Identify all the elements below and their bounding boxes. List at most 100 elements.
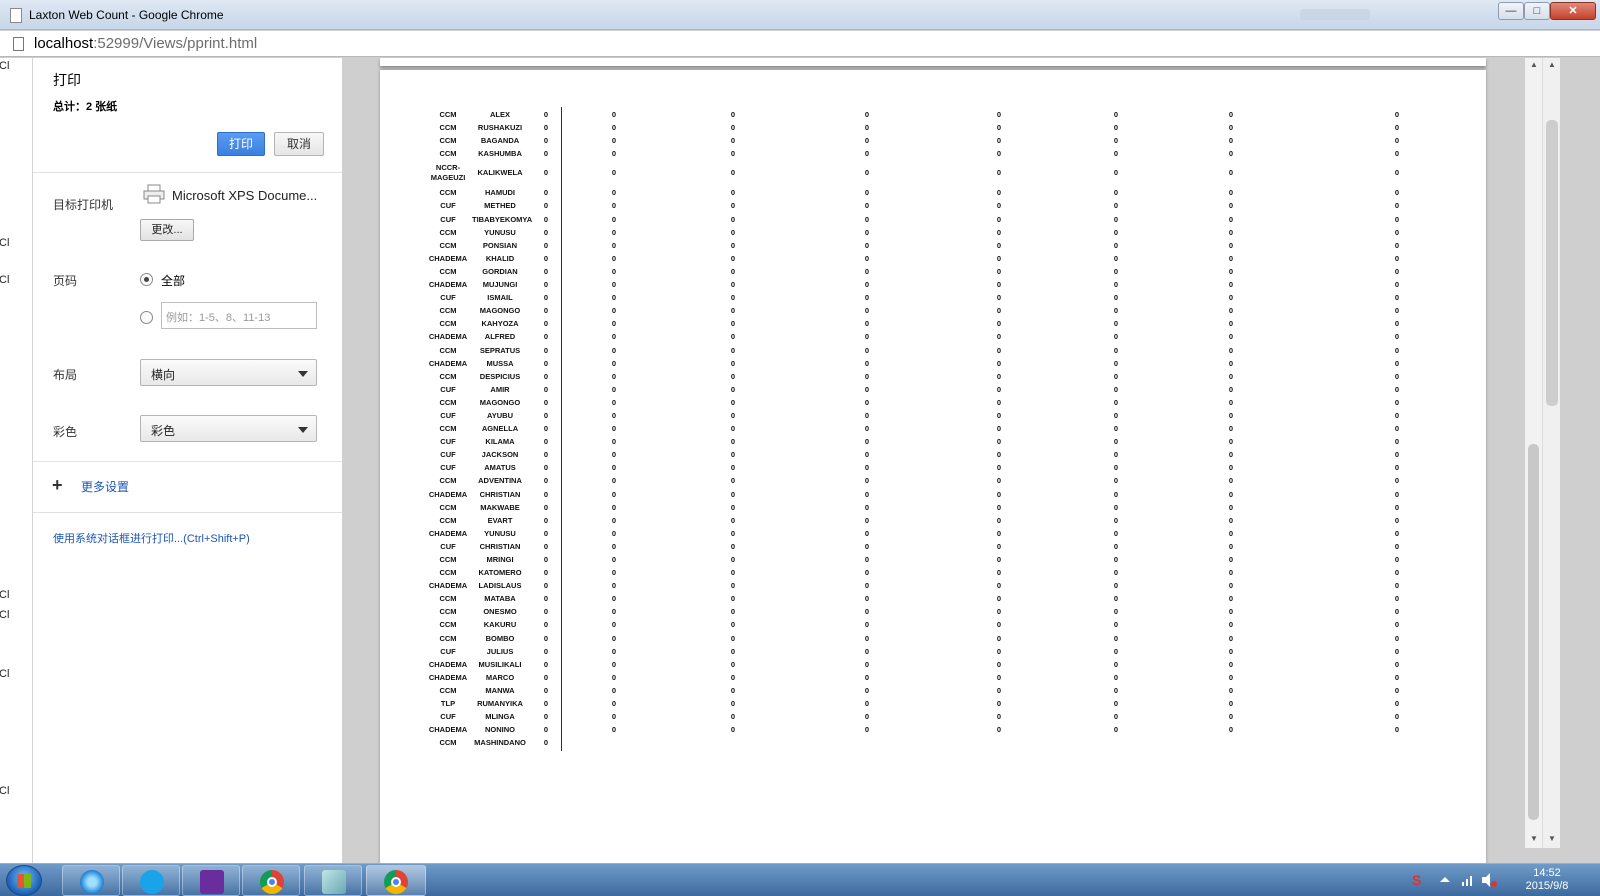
vote-cell: 0	[730, 319, 736, 329]
pages-range-radio[interactable]	[140, 311, 153, 324]
address-bar[interactable]: localhost:52999/Views/pprint.html	[0, 31, 1600, 57]
vote-cell: 0	[611, 345, 617, 355]
vote-cell: 0	[611, 280, 617, 290]
vote-cell: 0	[730, 280, 736, 290]
background-text: Cl	[0, 668, 10, 680]
vote-cell: 0	[864, 136, 870, 146]
vote-cell: 0	[1228, 541, 1234, 551]
cancel-button[interactable]: 取消	[274, 132, 324, 156]
vote-cell: 0	[1394, 266, 1400, 276]
taskbar-app[interactable]	[304, 865, 362, 896]
vote-cell: 0	[611, 620, 617, 630]
party-cell: CHADEMA	[428, 280, 468, 290]
url-text[interactable]: localhost:52999/Views/pprint.html	[34, 35, 257, 52]
close-button[interactable]: ✕	[1550, 2, 1596, 20]
vote-cell: 0	[864, 345, 870, 355]
title-bar-blurred-text	[1300, 9, 1370, 20]
plus-icon[interactable]: +	[52, 476, 63, 494]
preview-scrollbar[interactable]: ▲ ▼	[1525, 58, 1542, 848]
vote-cell: 0	[864, 384, 870, 394]
vote-cell: 0	[1394, 712, 1400, 722]
candidate-cell: LADISLAUS	[478, 581, 522, 591]
vote-cell: 0	[996, 424, 1002, 434]
vote-cell: 0	[864, 725, 870, 735]
vote-cell: 0	[543, 659, 549, 669]
candidate-cell: MLINGA	[485, 712, 515, 722]
scroll-up-icon[interactable]: ▲	[1548, 60, 1556, 69]
vote-cell: 0	[1394, 581, 1400, 591]
change-printer-button[interactable]: 更改...	[140, 219, 194, 241]
vote-cell: 0	[1394, 168, 1400, 178]
scroll-up-icon[interactable]: ▲	[1530, 60, 1538, 69]
vote-cell: 0	[611, 725, 617, 735]
party-cell: CCM	[439, 476, 457, 486]
vote-cell: 0	[864, 437, 870, 447]
vote-cell: 0	[864, 581, 870, 591]
scroll-down-icon[interactable]: ▼	[1548, 834, 1556, 843]
vote-cell: 0	[730, 541, 736, 551]
taskbar-chrome-active[interactable]	[366, 865, 426, 896]
scroll-down-icon[interactable]: ▼	[1530, 834, 1538, 843]
taskbar-chrome[interactable]	[242, 865, 300, 896]
party-cell: CCM	[439, 620, 457, 630]
candidate-cell: MASHINDANO	[474, 738, 526, 748]
candidate-cell: MAKWABE	[480, 502, 520, 512]
party-cell: CCM	[439, 502, 457, 512]
vote-cell: 0	[611, 410, 617, 420]
vote-cell: 0	[611, 384, 617, 394]
vote-cell: 0	[543, 450, 549, 460]
color-select[interactable]: 彩色	[140, 415, 317, 442]
printer-icon	[143, 184, 165, 204]
vote-cell: 0	[864, 568, 870, 578]
page-range-input[interactable]: 例如：1-5、8、11-13	[161, 302, 317, 329]
system-dialog-link[interactable]: 使用系统对话框进行打印...(Ctrl+Shift+P)	[53, 530, 250, 546]
app-icon	[322, 870, 346, 894]
start-button[interactable]	[6, 865, 42, 896]
vote-cell: 0	[730, 168, 736, 178]
vote-cell: 0	[611, 594, 617, 604]
print-button[interactable]: 打印	[217, 132, 265, 156]
vote-cell: 0	[611, 227, 617, 237]
vote-cell: 0	[543, 568, 549, 578]
vote-cell: 0	[996, 266, 1002, 276]
vote-cell: 0	[1113, 280, 1119, 290]
vote-cell: 0	[1113, 371, 1119, 381]
vote-cell: 0	[864, 397, 870, 407]
vote-cell: 0	[1394, 450, 1400, 460]
taskbar-visual-studio[interactable]	[182, 865, 240, 896]
vote-cell: 0	[864, 555, 870, 564]
vote-cell: 0	[1228, 672, 1234, 682]
vote-cell: 0	[1113, 410, 1119, 420]
vote-cell: 0	[996, 594, 1002, 604]
candidate-cell: ONESMO	[483, 607, 517, 617]
vote-cell: 0	[611, 476, 617, 486]
candidate-cell: ALFRED	[484, 332, 516, 342]
vote-cell: 0	[1394, 253, 1400, 263]
taskbar-skype[interactable]	[122, 865, 180, 896]
vote-cell: 0	[1228, 594, 1234, 604]
candidate-cell: KAHYOZA	[481, 319, 519, 329]
vote-cell: 0	[611, 424, 617, 434]
taskbar-ie[interactable]	[62, 865, 120, 896]
party-cell: CUF	[440, 214, 456, 224]
candidate-cell: ADVENTINA	[478, 476, 522, 486]
vote-cell: 0	[864, 123, 870, 133]
vote-cell: 0	[1394, 123, 1400, 133]
vote-cell: 0	[730, 371, 736, 381]
party-cell: CCM	[439, 685, 457, 695]
vote-cell: 0	[1228, 397, 1234, 407]
system-tray[interactable]: S	[1410, 868, 1500, 892]
page-scroll-thumb[interactable]	[1546, 120, 1558, 406]
more-settings-link[interactable]: 更多设置	[81, 478, 129, 495]
vote-cell: 0	[996, 345, 1002, 355]
pages-all-radio[interactable]	[140, 273, 153, 286]
layout-select[interactable]: 横向	[140, 359, 317, 386]
maximize-button[interactable]: □	[1524, 2, 1550, 20]
vote-cell: 0	[1394, 463, 1400, 473]
preview-scroll-thumb[interactable]	[1528, 444, 1539, 820]
minimize-button[interactable]: —	[1498, 2, 1524, 20]
candidate-cell: KALIKWELA	[477, 168, 523, 178]
vote-cell: 0	[864, 607, 870, 617]
page-scrollbar[interactable]: ▲ ▼	[1542, 58, 1560, 848]
party-cell: CCM	[439, 319, 457, 329]
